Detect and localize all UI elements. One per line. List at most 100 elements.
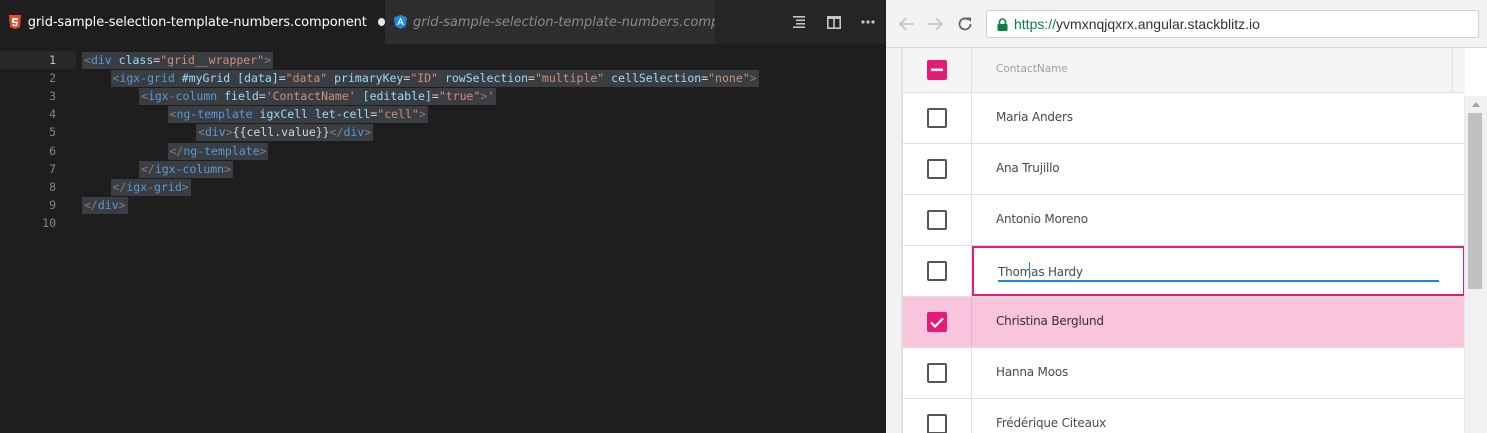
code-token: [editable]: [362, 89, 432, 104]
contactname-edit-input[interactable]: [998, 263, 1439, 282]
code-token: </: [141, 161, 155, 176]
code-token: >: [181, 179, 189, 194]
forward-arrow-icon[interactable]: [923, 12, 947, 36]
code-text: <div>{{cell.value}}</div>: [196, 124, 374, 142]
code-token: >: [118, 197, 126, 212]
code-token: <: [141, 89, 148, 104]
column-separator: [971, 144, 972, 194]
column-separator: [1452, 48, 1453, 93]
code-token: <: [198, 125, 205, 140]
back-arrow-icon[interactable]: [895, 12, 919, 36]
row-select-checkbox[interactable]: [927, 363, 947, 383]
column-separator: [971, 297, 972, 347]
code-text: <ng-template igxCell let-cell="cell">: [167, 106, 428, 124]
table-row[interactable]: Hanna Moos: [903, 348, 1465, 399]
code-token: >: [264, 53, 272, 67]
code-token: >: [418, 107, 426, 122]
code-token: </: [169, 143, 184, 158]
code-line[interactable]: 8 </igx-grid>: [0, 178, 886, 196]
angular-icon: [394, 15, 407, 29]
table-row[interactable]: Ana Trujillo: [903, 144, 1465, 195]
code-token: >: [225, 125, 233, 140]
line-number: 3: [49, 89, 56, 104]
code-area[interactable]: 1 <div class="grid__wrapper"> 2 <igx-grid #…: [0, 44, 886, 433]
code-token: "grid__wrapper": [160, 53, 265, 67]
code-line[interactable]: 6 </ng-template>: [0, 142, 886, 160]
row-select-checkbox[interactable]: [927, 210, 947, 230]
address-bar[interactable]: https:// yvmxnqjqxrx.angular.stackblitz.…: [986, 10, 1479, 38]
code-token: field: [224, 89, 259, 104]
tab-label: grid-sample-selection-template-numbers.c…: [27, 14, 368, 30]
line-number: 2: [49, 71, 56, 86]
code-token: ': [487, 89, 495, 104]
unsaved-dot-icon[interactable]: [377, 18, 385, 26]
column-header-contactname[interactable]: ContactName: [996, 63, 1068, 75]
cell-contactname[interactable]: Christina Berglund: [996, 314, 1104, 328]
outline-icon[interactable]: [790, 12, 810, 32]
code-token: </: [329, 125, 344, 140]
tab-label: grid-sample-selection-template-numbers.c…: [413, 14, 715, 30]
table-row[interactable]: Christina Berglund: [903, 297, 1465, 348]
row-select-checkbox[interactable]: [927, 312, 947, 332]
select-all-checkbox[interactable]: [927, 60, 947, 80]
browser-toolbar: https:// yvmxnqjqxrx.angular.stackblitz.…: [886, 0, 1487, 48]
editor-actions: [790, 12, 878, 32]
code-token: div: [97, 197, 119, 212]
row-select-checkbox[interactable]: [927, 261, 947, 281]
table-row[interactable]: Antonio Moreno: [903, 195, 1465, 246]
scrollbar-thumb[interactable]: [1468, 113, 1482, 289]
code-line[interactable]: 5 <div>{{cell.value}}</div>: [0, 123, 886, 142]
code-token: igx-grid: [126, 179, 182, 194]
code-line[interactable]: 4 <ng-template igxCell let-cell="cell">: [0, 105, 886, 124]
code-line[interactable]: 3 <igx-column field='ContactName' [editab…: [0, 87, 886, 106]
split-editor-icon[interactable]: [824, 12, 844, 32]
code-token: ng-template: [183, 143, 260, 158]
row-select-checkbox[interactable]: [927, 108, 947, 128]
cell-contactname[interactable]: Hanna Moos: [996, 365, 1068, 379]
code-token: =: [258, 89, 266, 104]
lock-icon: [995, 17, 1009, 31]
code-token: </: [112, 179, 127, 194]
column-separator: [971, 399, 972, 433]
cell-contactname[interactable]: Maria Anders: [996, 110, 1073, 124]
row-select-checkbox[interactable]: [927, 159, 947, 179]
code-token: class: [118, 53, 154, 67]
code-token: >: [224, 161, 232, 176]
scroll-up-arrow-icon[interactable]: [1465, 96, 1487, 112]
more-icon[interactable]: [858, 12, 878, 32]
cell-contactname[interactable]: Ana Trujillo: [996, 161, 1060, 175]
tab-html-file[interactable]: grid-sample-selection-template-numbers.c…: [0, 0, 385, 44]
table-row[interactable]: [903, 246, 1465, 297]
row-select-checkbox[interactable]: [927, 414, 947, 433]
code-token: </: [84, 197, 98, 212]
code-token: igx-grid: [119, 71, 175, 86]
cell-contactname[interactable]: Antonio Moreno: [996, 212, 1088, 226]
code-line[interactable]: 10: [0, 214, 886, 232]
code-token: =: [528, 71, 535, 86]
table-row[interactable]: Maria Anders: [903, 93, 1465, 144]
reload-icon[interactable]: [953, 12, 977, 36]
code-token: >: [259, 143, 267, 158]
checkmark-icon: [930, 317, 944, 328]
cell-contactname[interactable]: Frédérique Citeaux: [996, 416, 1106, 430]
code-line[interactable]: 1 <div class="grid__wrapper">: [0, 51, 886, 69]
code-line[interactable]: 9 </div>: [0, 196, 886, 214]
cell-editor[interactable]: [972, 246, 1465, 296]
column-separator: [971, 195, 972, 245]
code-token: ng-template: [176, 107, 253, 122]
code-token: igx-column: [154, 161, 225, 176]
table-row[interactable]: Frédérique Citeaux: [903, 399, 1465, 433]
code-token: rowSelection: [444, 71, 529, 86]
tab-ts-file[interactable]: grid-sample-selection-template-numbers.c…: [385, 0, 715, 44]
code-token: "true": [438, 89, 481, 104]
code-token: "none": [708, 71, 750, 86]
vertical-scrollbar[interactable]: [1464, 96, 1487, 433]
code-line[interactable]: 2 <igx-grid #myGrid [data]="data" primary…: [0, 69, 886, 88]
url-scheme: https://: [1014, 16, 1057, 32]
line-number: 9: [49, 197, 56, 212]
code-line[interactable]: 7 </igx-column>: [0, 160, 886, 178]
